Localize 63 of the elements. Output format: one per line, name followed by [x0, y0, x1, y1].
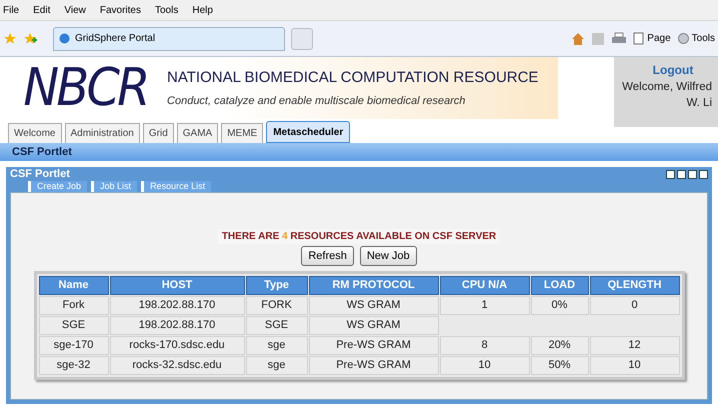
action-button[interactable]: New Job	[360, 246, 417, 266]
page-icon	[633, 32, 646, 45]
table-cell: 198.202.88.170	[110, 296, 244, 315]
logout-link[interactable]: Logout	[652, 61, 694, 79]
portlet-title: CSF Portlet	[10, 168, 70, 180]
menu-item[interactable]: Favorites	[100, 2, 141, 18]
table-cell: 0%	[530, 296, 588, 315]
column-header: HOST	[110, 276, 244, 295]
menu-item[interactable]: File	[3, 2, 20, 18]
column-header: CPU N/A	[440, 276, 530, 295]
nav-tab[interactable]: GAMA	[176, 123, 218, 143]
nav-tab[interactable]: Metascheduler	[266, 121, 350, 143]
nav-tab[interactable]: MEME	[221, 123, 264, 143]
table-cell: WS GRAM	[308, 296, 438, 315]
table-cell: Pre-WS GRAM	[308, 336, 438, 355]
star-icon[interactable]	[3, 32, 17, 46]
column-header: RM PROTOCOL	[308, 276, 438, 295]
table-cell: 0	[590, 296, 680, 315]
table-cell: 10	[590, 356, 680, 375]
menu-item[interactable]: Tools	[154, 2, 178, 18]
table-cell: sge	[246, 336, 308, 355]
table-cell: 12	[590, 336, 680, 355]
table-cell: Fork	[38, 296, 108, 315]
menu-item[interactable]: Edit	[33, 2, 50, 18]
column-header: QLENGTH	[590, 276, 680, 295]
table-cell: sge-32	[38, 356, 108, 375]
table-cell: 1	[440, 296, 530, 315]
table-cell: SGE	[246, 316, 308, 335]
site-tagline: Conduct, catalyze and enable multiscale biomedical research	[167, 94, 466, 109]
table-cell: FORK	[246, 296, 308, 315]
site-title: NATIONAL BIOMEDICAL COMPUTATION RESOURCE	[167, 68, 538, 88]
table-cell: 20%	[530, 336, 588, 355]
table-cell: 50%	[530, 356, 588, 375]
table-cell: 198.202.88.170	[110, 316, 244, 335]
table-cell: rocks-170.sdsc.edu	[110, 336, 244, 355]
browser-tab[interactable]: GridSphere Portal	[53, 26, 285, 50]
logo: NBCR	[23, 62, 148, 114]
menu-item[interactable]: View	[64, 2, 86, 18]
nav-tab[interactable]: Welcome	[8, 123, 62, 143]
table-cell: WS GRAM	[308, 316, 438, 335]
table-cell: sge-170	[38, 336, 108, 355]
welcome-text: Welcome, Wilfred W. Li	[621, 80, 712, 111]
page-menu-button[interactable]: Page	[633, 31, 671, 46]
print-icon[interactable]	[611, 32, 628, 46]
table-cell: rocks-32.sdsc.edu	[110, 356, 244, 375]
table-cell: 10	[440, 356, 530, 375]
resource-heading: THERE ARE 4 RESOURCES AVAILABLE ON CSF SERVER	[218, 229, 500, 244]
home-icon[interactable]	[571, 32, 586, 46]
table-cell: SGE	[38, 316, 108, 335]
menu-item[interactable]: Help	[192, 2, 213, 18]
column-header: Name	[38, 276, 108, 295]
browser-page-icon	[59, 33, 70, 44]
column-header: LOAD	[530, 276, 588, 295]
tools-menu-button[interactable]: Tools	[676, 31, 715, 46]
add-star-icon[interactable]	[23, 32, 37, 46]
table-cell: sge	[246, 356, 308, 375]
table-cell: 8	[440, 336, 530, 355]
column-header: Type	[246, 276, 308, 295]
nav-tab[interactable]: Grid	[142, 123, 174, 143]
section-title: CSF Portlet	[12, 144, 72, 160]
table-cell: Pre-WS GRAM	[308, 356, 438, 375]
nav-tab[interactable]: Administration	[64, 123, 140, 143]
action-button[interactable]: Refresh	[301, 246, 354, 266]
